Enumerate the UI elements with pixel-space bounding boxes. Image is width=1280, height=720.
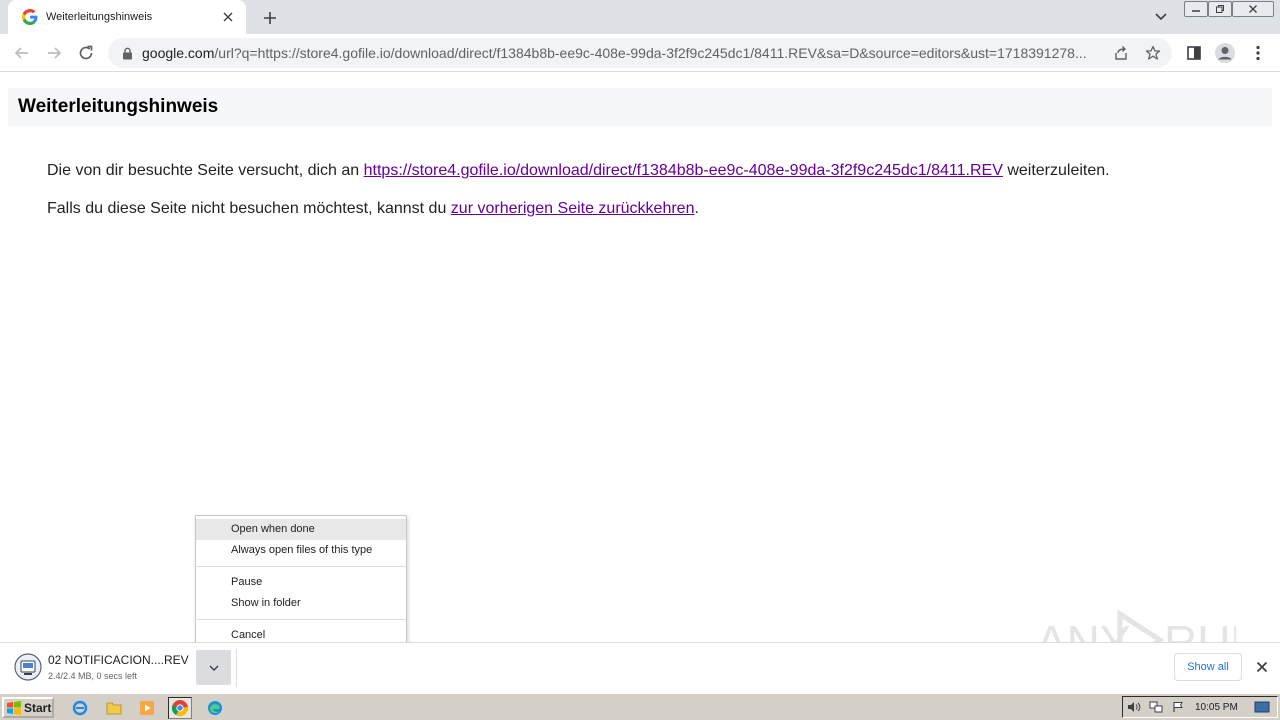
reload-button[interactable] [72, 39, 100, 67]
chevron-down-icon [1155, 13, 1167, 21]
taskbar-edge-button[interactable] [203, 697, 227, 719]
download-status: 2.4/2.4 MB, 0 secs left [48, 671, 138, 681]
tab-active[interactable]: Weiterleitungshinweis [8, 0, 246, 34]
google-favicon-icon [22, 9, 38, 25]
back-button[interactable] [8, 39, 36, 67]
plus-icon [264, 12, 276, 24]
windows-logo-icon [7, 700, 21, 715]
folder-icon [106, 702, 122, 715]
internet-explorer-icon [72, 700, 88, 716]
go-back-link[interactable]: zur vorherigen Seite zurückkehren [451, 200, 695, 217]
window-minimize-button[interactable] [1184, 0, 1208, 18]
shelf-divider [236, 649, 237, 687]
network-icon[interactable] [1145, 698, 1167, 716]
volume-icon[interactable] [1123, 698, 1145, 716]
redirect-suffix: weiterzuleiten. [1002, 162, 1110, 179]
windows-taskbar: Start 10:05 PM [0, 693, 1280, 720]
redirect-notice-text: Die von dir besuchte Seite versucht, dic… [47, 162, 1110, 180]
page-title: Weiterleitungshinweis [18, 96, 219, 117]
start-label: Start [24, 700, 52, 715]
minimize-icon [1192, 10, 1200, 12]
menu-item-always-open-type[interactable]: Always open files of this type [196, 540, 406, 561]
go-back-suffix: . [694, 200, 699, 217]
menu-item-open-when-done[interactable]: Open when done [196, 519, 406, 540]
menu-item-show-in-folder[interactable]: Show in folder [196, 593, 406, 614]
bookmark-star-icon[interactable] [1144, 44, 1162, 62]
system-tray: 10:05 PM [1122, 696, 1278, 718]
tab-title: Weiterleitungshinweis [46, 11, 153, 23]
action-center-flag-icon[interactable] [1167, 698, 1189, 716]
close-icon [1249, 5, 1257, 13]
url-host: google.com [142, 45, 215, 61]
show-all-button[interactable]: Show all [1174, 653, 1242, 681]
profile-button[interactable] [1212, 40, 1238, 66]
taskbar-ie-button[interactable] [68, 697, 92, 719]
forward-button[interactable] [40, 39, 68, 67]
menu-separator [197, 566, 406, 567]
restore-icon [1216, 5, 1224, 13]
download-options-button[interactable] [196, 650, 231, 685]
taskbar-explorer-button[interactable] [102, 697, 126, 719]
go-back-notice-text: Falls du diese Seite nicht besuchen möch… [47, 200, 699, 218]
browser-toolbar: google.com/url?q=https://store4.gofile.i… [0, 34, 1280, 72]
new-tab-button[interactable] [258, 6, 282, 30]
page-header: Weiterleitungshinweis [8, 88, 1272, 126]
side-panel-button[interactable] [1181, 40, 1207, 66]
taskbar-clock[interactable]: 10:05 PM [1195, 702, 1251, 713]
arrow-right-icon [48, 47, 62, 59]
side-panel-icon [1187, 46, 1201, 60]
tab-strip: Weiterleitungshinweis [0, 0, 1280, 34]
taskbar-media-player-button[interactable] [135, 697, 159, 719]
media-player-icon [140, 701, 154, 715]
url-text[interactable]: google.com/url?q=https://store4.gofile.i… [142, 45, 1102, 61]
window-close-button[interactable] [1232, 0, 1274, 18]
download-shelf: 02 NOTIFICACION....REV 2.4/2.4 MB, 0 sec… [0, 642, 1280, 693]
shelf-close-icon[interactable] [1252, 657, 1272, 677]
lock-icon[interactable] [120, 46, 134, 60]
arrow-left-icon [14, 47, 28, 59]
redirect-target-link[interactable]: https://store4.gofile.io/download/direct… [364, 162, 1003, 179]
url-path: /url?q=https://store4.gofile.io/download… [214, 45, 1087, 61]
address-bar[interactable]: google.com/url?q=https://store4.gofile.i… [108, 38, 1172, 68]
chrome-menu-button[interactable] [1245, 40, 1271, 66]
download-context-menu: Open when done Always open files of this… [195, 515, 407, 649]
window-restore-button[interactable] [1208, 0, 1232, 18]
reload-icon [79, 45, 93, 60]
taskbar-chrome-button[interactable] [168, 697, 192, 719]
redirect-prefix: Die von dir besuchte Seite versucht, dic… [47, 162, 364, 179]
tab-close-icon[interactable] [220, 9, 236, 25]
share-icon[interactable] [1112, 44, 1130, 62]
avatar-icon [1215, 43, 1235, 63]
start-button[interactable]: Start [2, 697, 54, 718]
chevron-down-icon [209, 665, 218, 671]
show-desktop-icon[interactable] [1251, 698, 1273, 716]
kebab-menu-icon [1256, 45, 1260, 61]
menu-item-pause[interactable]: Pause [196, 572, 406, 593]
go-back-prefix: Falls du diese Seite nicht besuchen möch… [47, 200, 451, 217]
download-filename[interactable]: 02 NOTIFICACION....REV [48, 653, 189, 667]
tab-search-button[interactable] [1150, 6, 1172, 28]
chrome-icon [171, 700, 188, 717]
edge-icon [208, 701, 222, 715]
file-icon [14, 653, 42, 681]
menu-separator [197, 619, 406, 620]
